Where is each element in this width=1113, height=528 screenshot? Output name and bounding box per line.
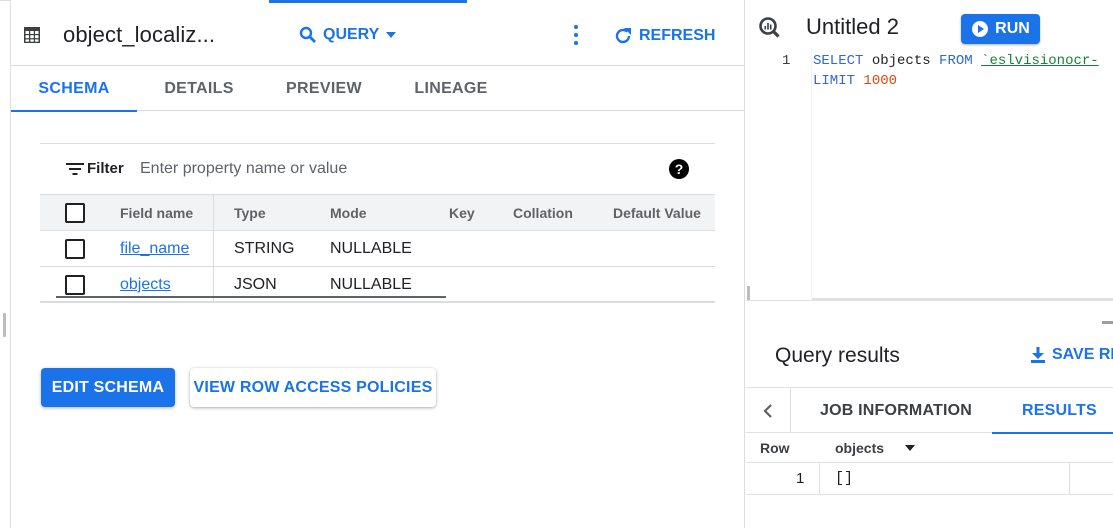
- col-key: Key: [449, 204, 475, 221]
- results-tabs: JOB INFORMATION RESULTS: [746, 387, 1113, 434]
- query-label: QUERY: [323, 26, 380, 43]
- col-type: Type: [234, 204, 266, 221]
- column-divider: [213, 195, 214, 230]
- help-icon[interactable]: ?: [669, 159, 689, 179]
- row-checkbox[interactable]: [65, 239, 85, 259]
- gutter-resize-handle[interactable]: [3, 313, 6, 337]
- query-panel: Untitled 2 RUN 1 SELECT objects FROM `es…: [746, 0, 1113, 528]
- tab-lineage[interactable]: LINEAGE: [387, 67, 515, 111]
- tab-preview[interactable]: PREVIEW: [261, 67, 387, 111]
- edit-schema-button[interactable]: EDIT SCHEMA: [41, 368, 175, 407]
- dropdown-arrow-icon: [386, 32, 397, 38]
- field-mode: NULLABLE: [330, 239, 412, 257]
- table-row: file_name STRING NULLABLE: [40, 231, 715, 267]
- search-icon: [299, 26, 316, 43]
- schema-header-row: Field name Type Mode Key Collation Defau…: [40, 194, 715, 231]
- tabs-scroll-left-button[interactable]: [746, 388, 791, 433]
- download-icon: [1031, 347, 1045, 363]
- tab-details[interactable]: DETAILS: [137, 67, 261, 111]
- view-row-access-policies-button[interactable]: VIEW ROW ACCESS POLICIES: [190, 368, 436, 407]
- play-circle-icon: [972, 21, 989, 37]
- line-number: 1: [782, 53, 791, 69]
- results-header-row: Row objects: [746, 433, 1113, 463]
- tab-schema[interactable]: SCHEMA: [11, 67, 137, 112]
- code-line-1: SELECT objects FROM `eslvisionocr-: [813, 53, 1099, 69]
- schema-table: Filter ? Field name Type Mode Key Collat…: [40, 143, 715, 303]
- left-gutter: [0, 0, 11, 528]
- row-number: 1: [796, 470, 805, 487]
- field-link-file-name[interactable]: file_name: [120, 240, 189, 258]
- scroll-indicator: [1102, 321, 1113, 324]
- col-collation: Collation: [513, 204, 573, 221]
- results-splitter[interactable]: [746, 300, 1113, 326]
- col-mode: Mode: [330, 204, 367, 221]
- select-all-checkbox[interactable]: [65, 203, 85, 223]
- sql-column: objects: [863, 53, 940, 69]
- col-objects-label: objects: [835, 439, 885, 456]
- col-row: Row: [760, 439, 790, 456]
- table-title: object_localiz...: [63, 22, 216, 47]
- field-link-objects[interactable]: objects: [120, 276, 171, 294]
- run-button[interactable]: RUN: [961, 14, 1040, 44]
- result-cell-objects[interactable]: []: [835, 463, 853, 494]
- table-panel: object_localiz... QUERY REFRESH SCHEMA D…: [11, 0, 745, 528]
- filter-input[interactable]: [140, 157, 560, 181]
- refresh-label: REFRESH: [639, 27, 716, 44]
- sql-table-ref: `eslvisionocr-: [981, 53, 1099, 69]
- save-results-button[interactable]: SAVE RE: [1030, 346, 1113, 364]
- sql-number: 1000: [863, 73, 898, 89]
- chevron-left-icon: [763, 403, 772, 418]
- query-editor-icon: [759, 17, 780, 38]
- table-tabs: SCHEMA DETAILS PREVIEW LINEAGE: [11, 67, 745, 112]
- col-objects[interactable]: objects: [835, 433, 916, 462]
- more-options-icon[interactable]: [571, 23, 581, 47]
- tab-results[interactable]: RESULTS: [992, 388, 1113, 434]
- row-checkbox[interactable]: [65, 275, 85, 295]
- column-divider: [819, 463, 820, 495]
- table-row: 1 []: [746, 463, 1113, 495]
- tab-job-information[interactable]: JOB INFORMATION: [820, 388, 972, 433]
- gutter-top-line: [0, 0, 11, 1]
- filter-label: Filter: [87, 160, 124, 177]
- refresh-button[interactable]: REFRESH: [613, 24, 715, 48]
- filter-icon: [66, 163, 84, 175]
- sql-editor[interactable]: 1 SELECT objects FROM `eslvisionocr- LIM…: [746, 48, 1113, 310]
- query-header: Untitled 2 RUN: [746, 0, 1113, 48]
- run-label: RUN: [995, 20, 1030, 37]
- query-title: Untitled 2: [806, 14, 899, 39]
- refresh-icon: [615, 28, 631, 44]
- horizontal-scrollbar[interactable]: [56, 296, 446, 298]
- code-line-2: LIMIT 1000: [813, 73, 897, 89]
- query-button[interactable]: QUERY: [299, 23, 397, 47]
- sql-keyword: LIMIT: [813, 73, 856, 89]
- table-header: object_localiz... QUERY REFRESH: [11, 0, 745, 66]
- col-default-value: Default Value: [613, 204, 701, 221]
- filter-bar: Filter ?: [40, 144, 715, 194]
- save-results-label: SAVE RE: [1052, 346, 1113, 363]
- field-type: STRING: [234, 239, 295, 257]
- query-results-title: Query results: [775, 344, 900, 367]
- sql-keyword: FROM: [939, 53, 973, 69]
- sort-dropdown-icon: [905, 444, 916, 451]
- table-grid-icon: [24, 27, 40, 43]
- column-divider: [213, 231, 214, 266]
- bigquery-workspace: object_localiz... QUERY REFRESH SCHEMA D…: [0, 0, 1113, 528]
- col-field-name: Field name: [120, 204, 194, 221]
- column-divider: [1069, 463, 1070, 495]
- sql-keyword: SELECT: [813, 53, 864, 69]
